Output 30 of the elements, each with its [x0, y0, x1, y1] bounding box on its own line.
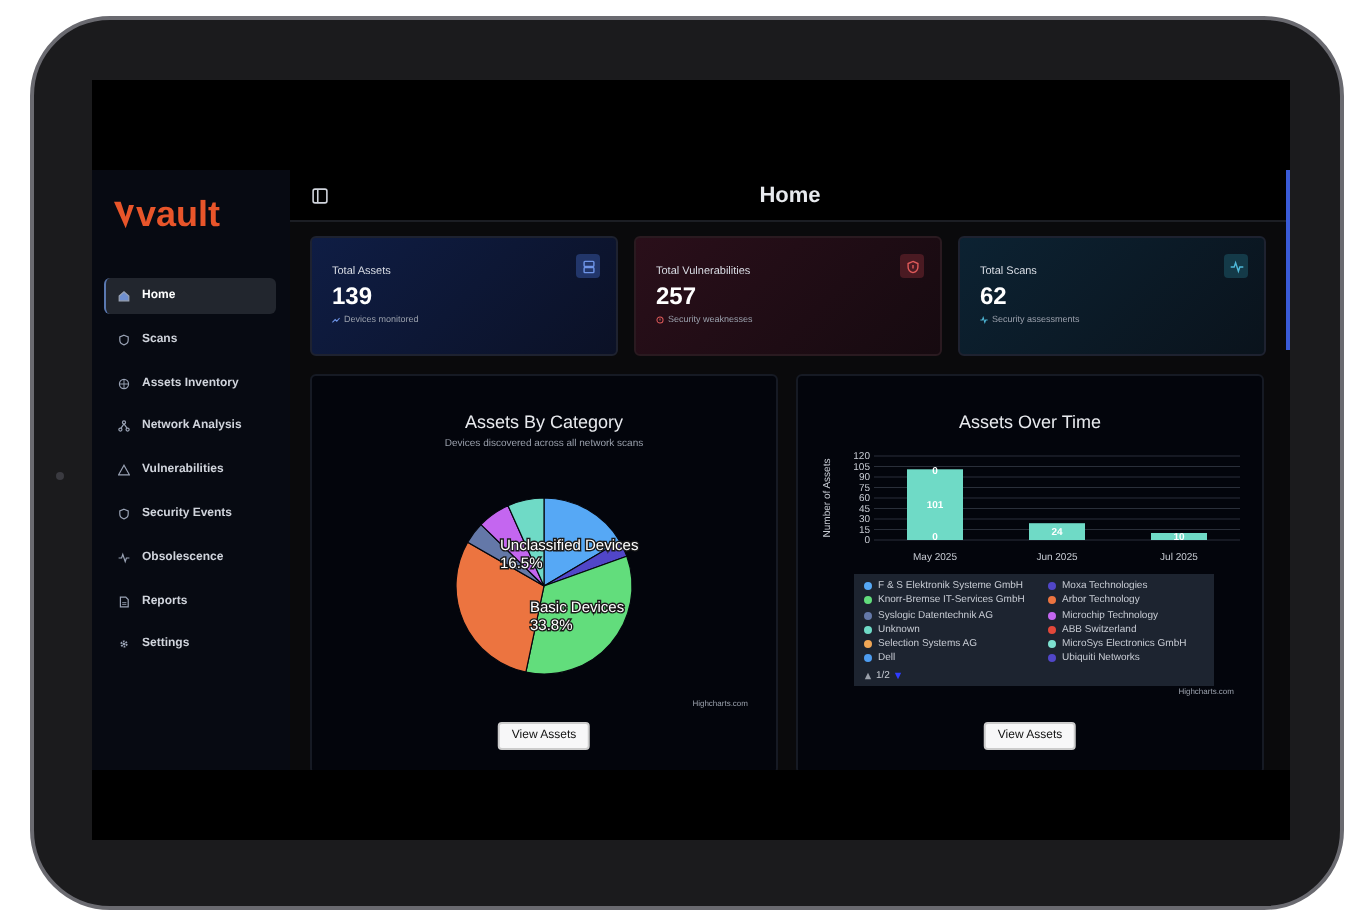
pulse-icon: [118, 551, 130, 564]
bar: [1151, 533, 1207, 540]
home-icon: [118, 290, 130, 302]
shield-icon: [118, 333, 130, 346]
settings-icon: [118, 638, 130, 651]
server-icon: [576, 254, 600, 278]
camera-icon: [56, 472, 64, 480]
logo-icon: [114, 197, 134, 231]
globe-icon: [118, 377, 130, 390]
down-arrow-icon[interactable]: [893, 672, 902, 681]
chart-title: Assets By Category: [464, 412, 624, 432]
shield-icon: [900, 254, 924, 278]
bar: [1029, 523, 1085, 540]
trend-icon: [332, 315, 340, 324]
network-icon: [118, 420, 130, 433]
card-value: 62: [980, 284, 1009, 311]
warning-icon: [118, 464, 130, 477]
bar: [907, 469, 963, 540]
logo-text: vault: [136, 196, 221, 232]
chart-title: Assets Over Time: [958, 412, 1101, 432]
card-value: 257: [656, 284, 699, 311]
pulse-icon: [1224, 254, 1248, 278]
shield-icon: [118, 507, 130, 520]
page-title: Home: [757, 183, 823, 207]
sidebar-toggle-icon[interactable]: [312, 187, 328, 203]
pulse-icon: [980, 315, 988, 324]
scrollbar[interactable]: [1286, 170, 1290, 350]
document-icon: [118, 595, 130, 608]
card-value: 139: [332, 284, 375, 311]
alert-icon: [656, 315, 664, 324]
